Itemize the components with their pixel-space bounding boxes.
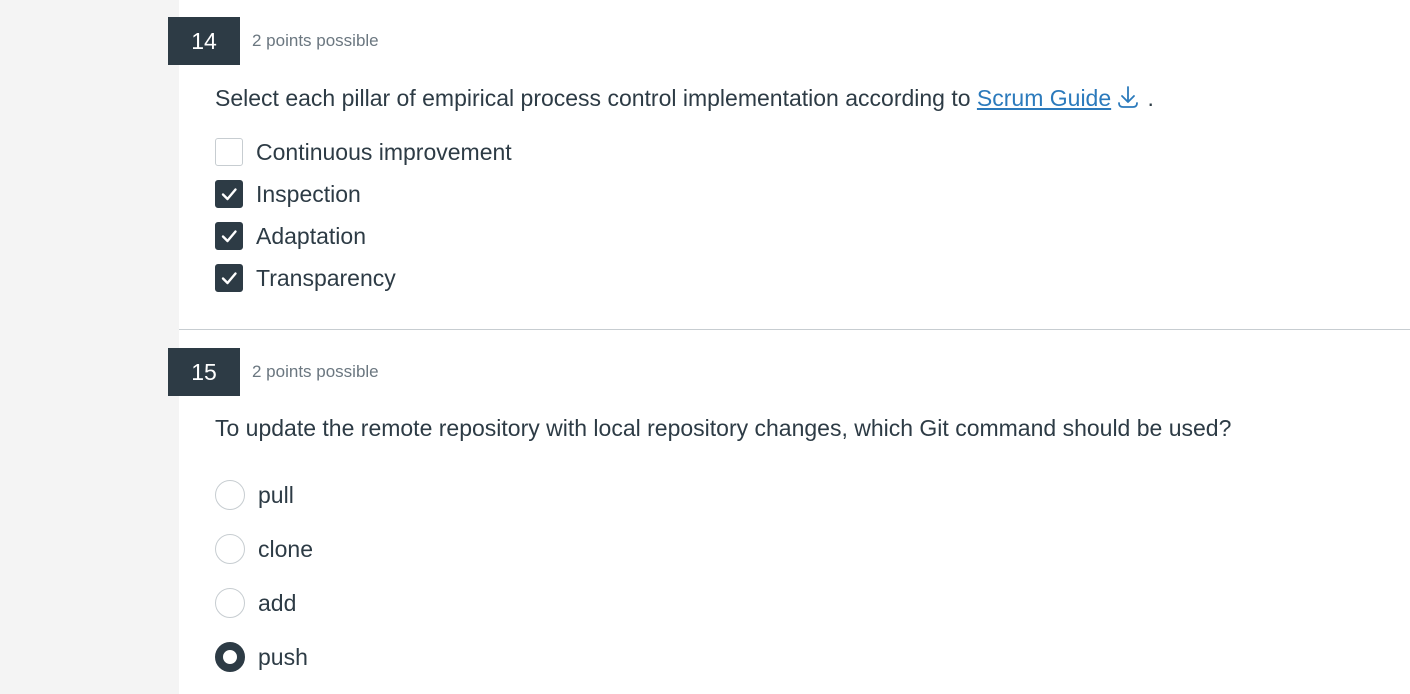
checkmark-icon [221, 272, 237, 285]
option-push[interactable]: push [215, 641, 308, 673]
download-icon [1115, 84, 1141, 116]
question-number: 15 [168, 348, 240, 396]
checkbox-checked[interactable] [215, 264, 243, 292]
checkbox-checked[interactable] [215, 180, 243, 208]
option-pull[interactable]: pull [215, 479, 294, 511]
option-label: Inspection [256, 180, 361, 207]
option-continuous-improvement[interactable]: Continuous improvement [215, 136, 512, 168]
question-text: Select each pillar of empirical process … [215, 84, 1154, 116]
scrum-guide-link[interactable]: Scrum Guide [977, 85, 1141, 111]
option-label: clone [258, 535, 313, 562]
option-inspection[interactable]: Inspection [215, 178, 361, 210]
radio-button[interactable] [215, 588, 245, 618]
points-possible: 2 points possible [252, 362, 379, 381]
points-possible: 2 points possible [252, 31, 379, 50]
option-add[interactable]: add [215, 587, 296, 619]
option-adaptation[interactable]: Adaptation [215, 220, 366, 252]
question-text: To update the remote repository with loc… [215, 415, 1232, 441]
option-clone[interactable]: clone [215, 533, 313, 565]
option-label: pull [258, 481, 294, 508]
checkbox[interactable] [215, 138, 243, 166]
option-label: Continuous improvement [256, 138, 512, 165]
option-transparency[interactable]: Transparency [215, 262, 396, 294]
checkmark-icon [221, 188, 237, 201]
question-text-before: Select each pillar of empirical process … [215, 85, 971, 111]
question-number: 14 [168, 17, 240, 65]
option-label: Transparency [256, 264, 396, 291]
checkmark-icon [221, 230, 237, 243]
radio-button-selected[interactable] [215, 642, 245, 672]
question-text-after: . [1147, 85, 1154, 111]
option-label: push [258, 643, 308, 670]
option-label: Adaptation [256, 222, 366, 249]
radio-button[interactable] [215, 534, 245, 564]
radio-button[interactable] [215, 480, 245, 510]
question-divider [179, 329, 1410, 330]
option-label: add [258, 589, 297, 616]
checkbox-checked[interactable] [215, 222, 243, 250]
